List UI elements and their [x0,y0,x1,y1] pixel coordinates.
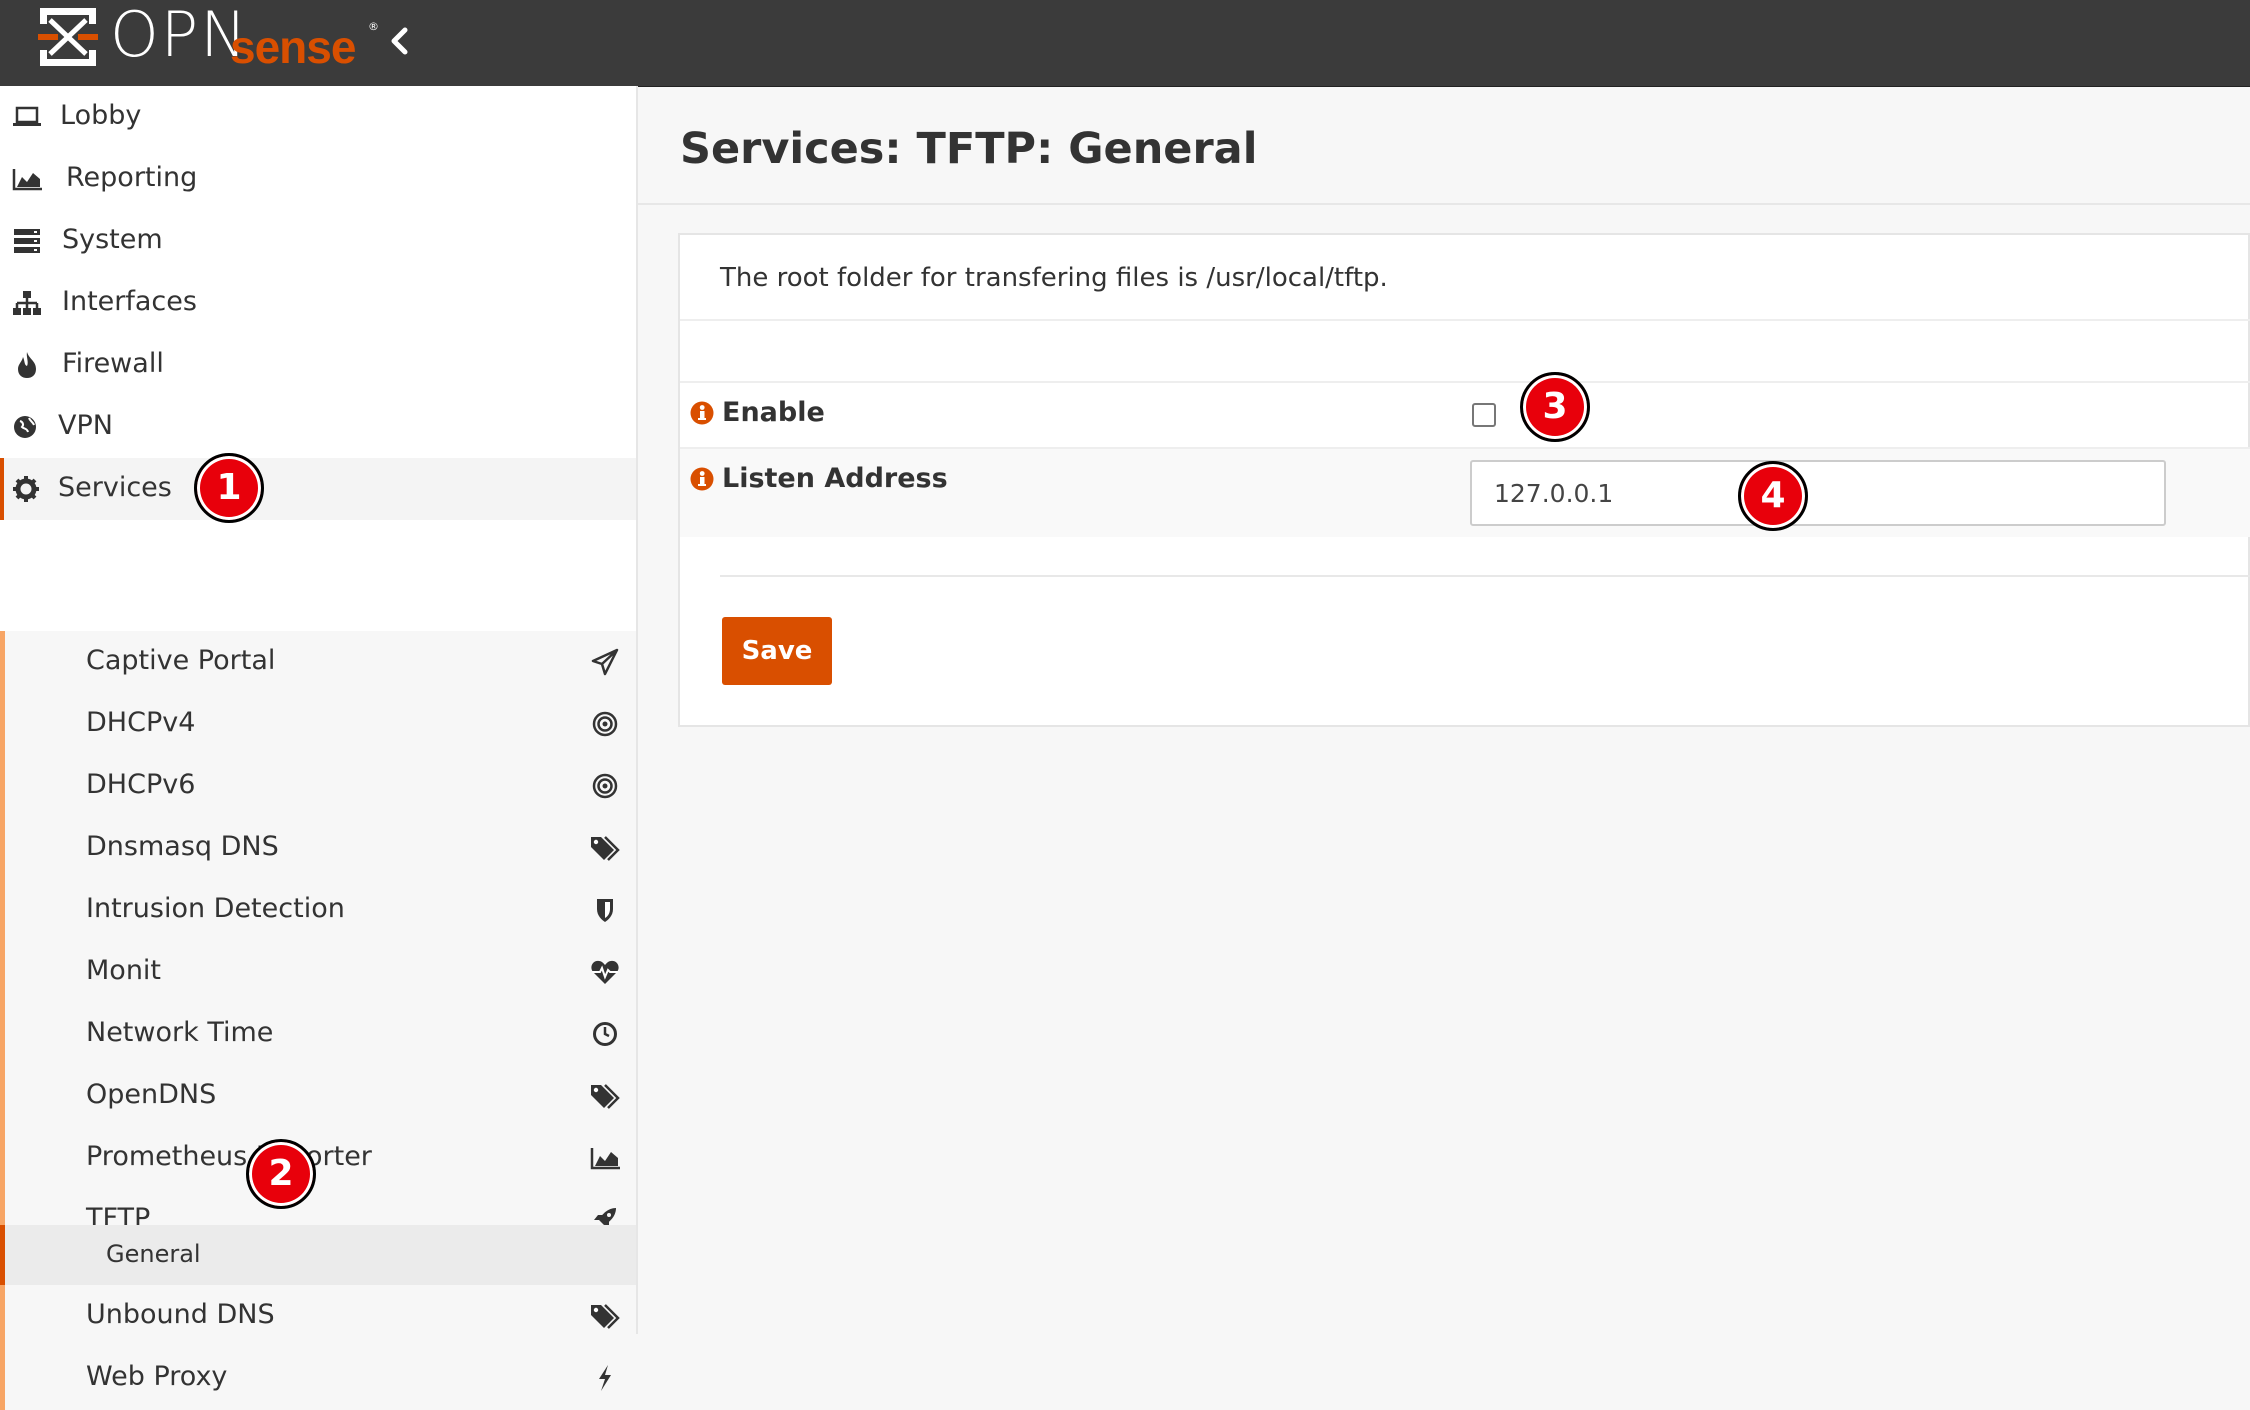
sidebar-item-firewall[interactable]: Firewall [0,334,636,396]
server-icon [14,229,40,253]
sidebar-item-label: VPN [58,410,113,441]
field-label: Listen Address [722,463,948,494]
globe-icon [14,416,36,438]
menu-item-label: Dnsmasq DNS [86,831,279,862]
form-row-listen-address: Listen Address [680,449,2250,537]
active-indicator [0,1225,5,1285]
info-icon[interactable] [690,401,714,425]
menu-item-label: DHCPv4 [86,707,196,738]
menu-item-dhcpv4[interactable]: DHCPv4 [5,693,636,755]
field-label: Enable [722,397,825,428]
divider [680,319,2250,321]
bullseye-icon [592,711,618,737]
opnsense-logo[interactable]: OPN sense ® [38,0,379,72]
menu-item-web-proxy[interactable]: Web Proxy [5,1347,636,1409]
annotation-badge: 1 [194,453,264,523]
listen-address-input[interactable] [1470,460,2166,526]
menu-item-label: Intrusion Detection [86,893,345,924]
gear-icon [13,476,39,502]
menu-item-captive-portal[interactable]: Captive Portal [5,631,636,693]
menu-item-tftp-general[interactable]: General [0,1225,636,1285]
services-submenu: Captive Portal DHCPv4 DHCPv6 Dnsmasq DNS [0,631,636,1410]
annotation-badge: 3 [1520,372,1590,442]
menu-item-label: Network Time [86,1017,274,1048]
sidebar: Lobby Reporting System Interfaces Firewa… [0,86,638,1410]
info-text: The root folder for transfering files is… [720,263,1388,293]
sidebar-item-reporting[interactable]: Reporting [0,148,636,210]
form-row-enable: Enable [680,383,2250,447]
menu-item-opendns[interactable]: OpenDNS [5,1065,636,1127]
sidebar-item-system[interactable]: System [0,210,636,272]
menu-item-label: OpenDNS [86,1079,217,1110]
bolt-icon [599,1365,611,1391]
sidebar-item-label: Firewall [62,348,164,379]
brand-main: OPN [110,0,249,71]
heartbeat-icon [591,960,619,984]
menu-item-monit[interactable]: Monit [5,941,636,1003]
menu-item-label: Unbound DNS [86,1299,275,1330]
menu-item-prometheus-exporter[interactable]: Prometheus Exporter [5,1127,636,1189]
menu-item-label: Prometheus Exporter [86,1141,372,1172]
menu-item-network-time[interactable]: Network Time [5,1003,636,1065]
menu-item-label: Web Proxy [86,1361,228,1392]
area-chart-icon [590,1148,620,1170]
sidebar-item-interfaces[interactable]: Interfaces [0,272,636,334]
sidebar-item-lobby[interactable]: Lobby [0,86,636,148]
menu-item-label: Monit [86,955,162,986]
area-chart-icon [12,169,42,191]
sidebar-item-label: Lobby [60,100,142,131]
menu-item-label: DHCPv6 [86,769,196,800]
bullseye-icon [592,773,618,799]
paper-plane-icon [591,648,619,676]
sidebar-item-services[interactable]: Services [0,458,636,520]
tags-icon [591,836,620,861]
annotation-badge: 2 [246,1139,316,1209]
settings-panel: The root folder for transfering files is… [678,233,2250,727]
divider [720,575,2250,577]
menu-item-label: General [106,1240,201,1268]
sidebar-item-label: Interfaces [62,286,197,317]
sidebar-item-label: System [62,224,163,255]
opnsense-mark-icon [38,8,98,66]
divider [638,203,2250,205]
fire-icon [18,352,36,378]
tags-icon [591,1084,620,1109]
shield-icon [597,899,613,922]
menu-item-dnsmasq-dns[interactable]: Dnsmasq DNS [5,817,636,879]
sidebar-item-label: Reporting [66,162,198,193]
menu-item-label: Captive Portal [86,645,276,676]
laptop-icon [13,106,41,126]
enable-checkbox[interactable] [1472,403,1496,427]
tags-icon [591,1304,620,1329]
active-indicator [0,458,4,520]
save-button[interactable]: Save [722,617,832,685]
menu-item-unbound-dns[interactable]: Unbound DNS [5,1285,636,1347]
brand-mark: ® [368,20,379,33]
menu-item-dhcpv6[interactable]: DHCPv6 [5,755,636,817]
info-icon[interactable] [690,467,714,491]
annotation-badge: 4 [1738,461,1808,531]
chevron-left-icon[interactable] [383,24,417,58]
sitemap-icon [13,291,41,315]
menu-item-intrusion-detection[interactable]: Intrusion Detection [5,879,636,941]
page-title: Services: TFTP: General [680,124,1258,174]
top-navbar: OPN sense ® [0,0,2250,87]
sidebar-item-vpn[interactable]: VPN [0,396,636,458]
brand-accent: sense [230,21,356,73]
sidebar-item-label: Services [58,472,172,503]
clock-icon [593,1022,617,1046]
